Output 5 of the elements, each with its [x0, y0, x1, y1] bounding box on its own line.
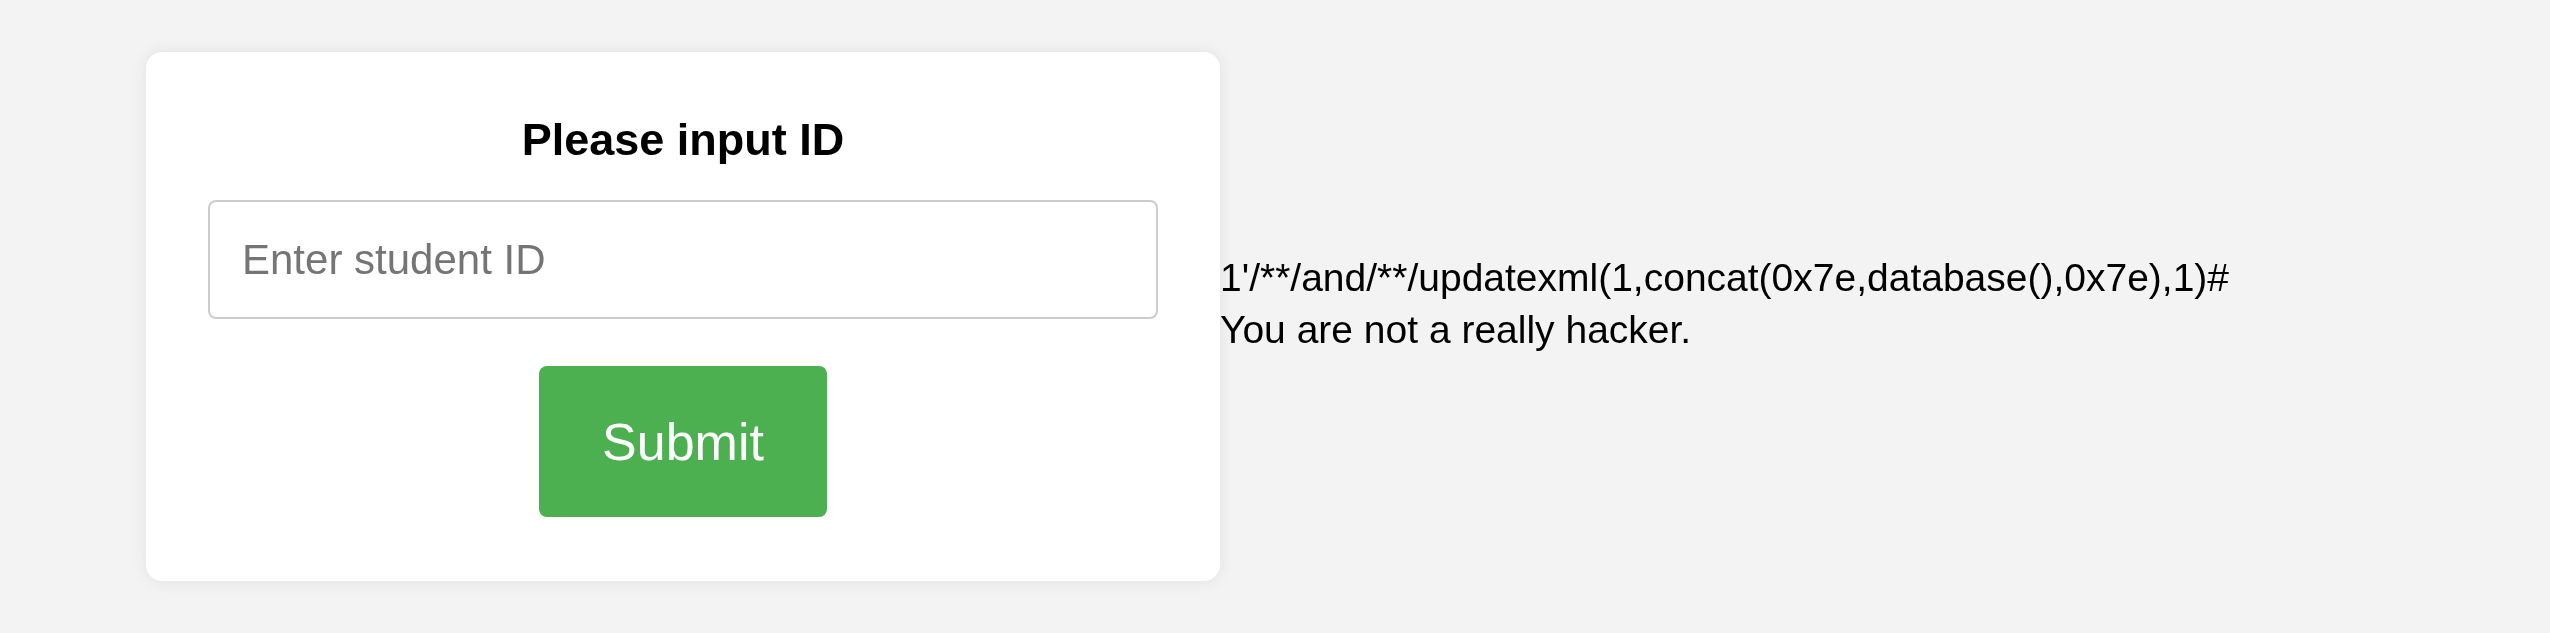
output-text: 1'/**/and/**/updatexml(1,concat(0x7e,database(),0x7e),1)# [1220, 254, 2230, 301]
output-text: You are not a really hacker. [1220, 306, 1693, 353]
student-id-field[interactable]: Enter student ID [208, 200, 1158, 319]
form-title: Please input ID [521, 114, 845, 166]
submit-button[interactable]: Submit [539, 366, 827, 517]
